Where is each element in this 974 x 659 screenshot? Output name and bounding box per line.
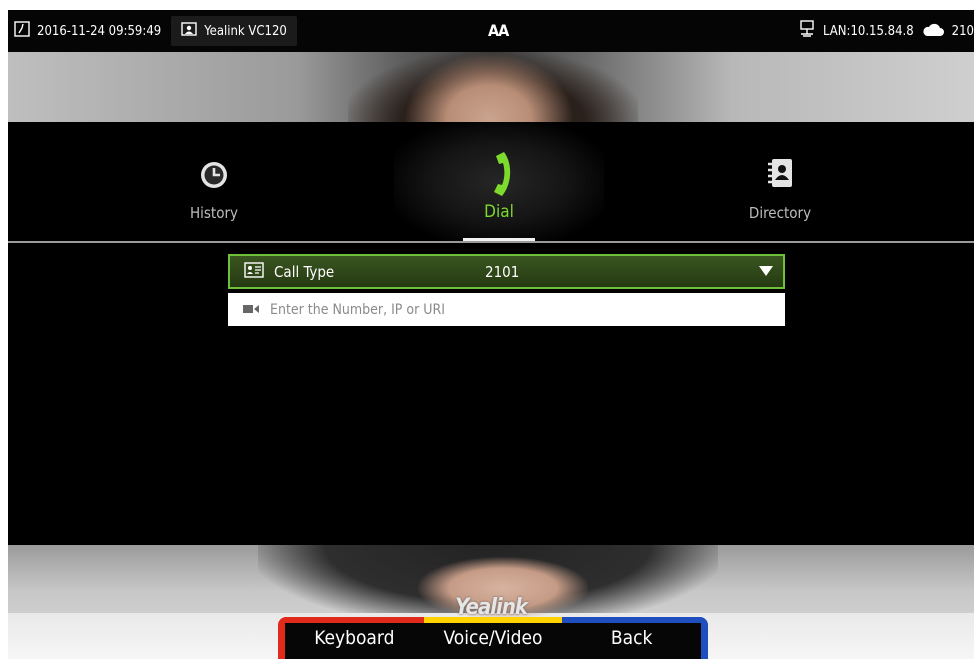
datetime-text: 2016-11-24 09:59:49	[37, 23, 162, 39]
softkey-bar: Keyboard Voice/Video Back	[278, 617, 709, 659]
user-card-icon	[181, 22, 197, 40]
contact-book-icon	[766, 158, 794, 192]
account-text: 210	[951, 23, 974, 39]
call-type-label: Call Type	[274, 262, 335, 281]
screen: 2016-11-24 09:59:49 Yealink VC120 AA LAN…	[8, 10, 974, 659]
clock-icon	[199, 160, 229, 194]
keyboard-softkey[interactable]: Keyboard	[278, 617, 424, 659]
network-area: LAN:10.15.84.8 210	[799, 10, 974, 52]
cloud-icon	[922, 21, 944, 41]
video-camera-icon	[242, 300, 260, 319]
tab-divider	[8, 241, 974, 243]
video-preview-top	[8, 52, 974, 122]
lan-address-text: LAN:10.15.84.8	[822, 23, 914, 39]
status-bar: 2016-11-24 09:59:49 Yealink VC120 AA LAN…	[8, 10, 974, 52]
tab-dial-label: Dial	[484, 202, 514, 222]
tab-directory[interactable]: Directory	[680, 122, 880, 242]
device-name-area: Yealink VC120	[171, 16, 297, 46]
back-softkey[interactable]: Back	[562, 617, 709, 659]
number-input-row	[228, 293, 785, 326]
font-size-glyph: AA	[488, 21, 509, 40]
number-input[interactable]	[270, 301, 750, 318]
network-icon	[799, 20, 815, 42]
call-type-select[interactable]: Call Type 2101	[228, 254, 785, 289]
id-card-icon	[244, 261, 264, 282]
tab-history-label: History	[189, 204, 238, 222]
dial-panel: History Dial Directory Call Type 2101 En…	[8, 122, 974, 545]
dropdown-arrow-icon	[759, 266, 773, 276]
tab-history[interactable]: History	[114, 122, 314, 242]
tab-dial[interactable]: Dial	[394, 122, 604, 242]
tab-directory-label: Directory	[748, 204, 812, 222]
voice-video-softkey[interactable]: Voice/Video	[423, 617, 563, 659]
datetime-area: 2016-11-24 09:59:49	[8, 10, 167, 52]
calendar-clock-icon	[14, 21, 30, 41]
device-name-text: Yealink VC120	[204, 23, 287, 39]
call-type-value: 2101	[485, 262, 520, 281]
tab-bar: History Dial Directory	[8, 122, 974, 242]
phone-icon	[482, 150, 516, 202]
